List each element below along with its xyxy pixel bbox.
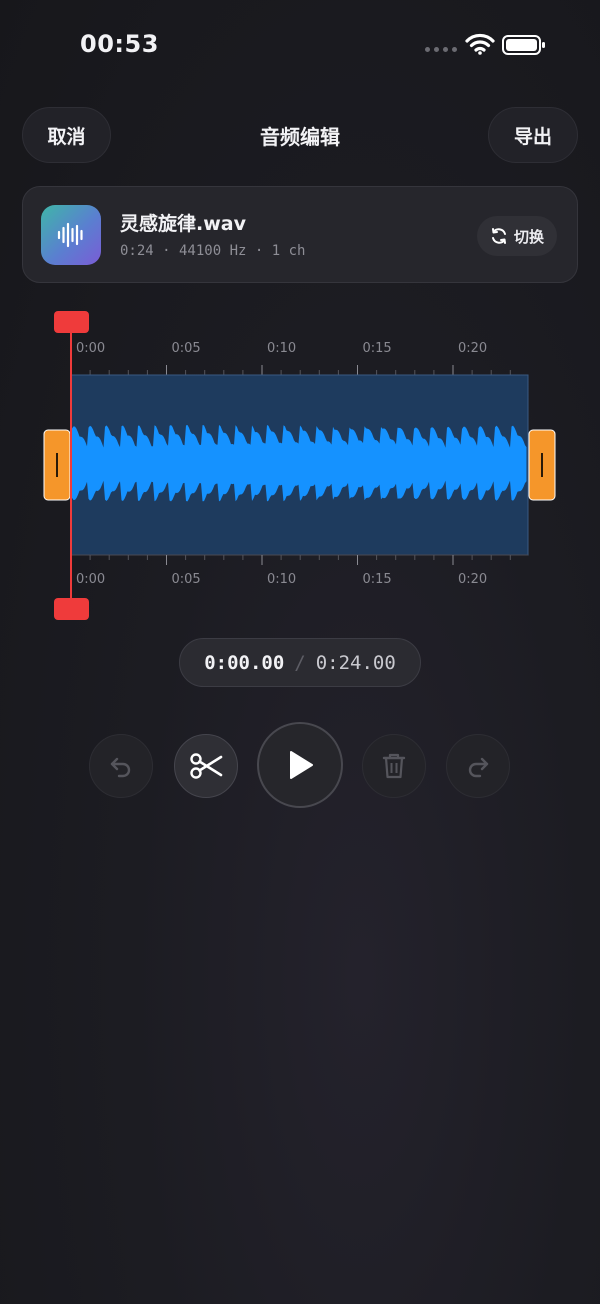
battery-icon bbox=[502, 35, 545, 55]
cut-button[interactable] bbox=[174, 734, 238, 798]
delete-button[interactable] bbox=[362, 734, 426, 798]
file-meta: 0:24 · 44100 Hz · 1 ch bbox=[120, 243, 306, 259]
play-button[interactable] bbox=[257, 722, 343, 808]
total-time: 0:24.00 bbox=[315, 651, 396, 674]
export-button[interactable]: 导出 bbox=[488, 107, 578, 163]
time-display: 0:00.00 / 0:24.00 bbox=[179, 638, 421, 687]
audio-wave-icon bbox=[41, 205, 101, 265]
timeline-bottom: 0:00 0:05 0:10 0:15 0:20 bbox=[70, 554, 528, 587]
status-bar: 00:53 bbox=[0, 0, 600, 90]
tick-label: 0:05 bbox=[172, 572, 201, 587]
left-trim-handle[interactable] bbox=[43, 429, 71, 501]
tick-label: 0:10 bbox=[267, 572, 296, 587]
tick-label: 0:20 bbox=[458, 572, 487, 587]
cellular-signal-icon bbox=[425, 47, 457, 52]
trash-icon bbox=[382, 753, 406, 779]
tick-label: 0:10 bbox=[267, 341, 296, 356]
wifi-icon bbox=[465, 33, 495, 55]
timeline-top: 0:00 0:05 0:10 0:15 0:20 bbox=[70, 341, 528, 376]
tick-label: 0:00 bbox=[76, 341, 105, 356]
tick-label: 0:05 bbox=[172, 341, 201, 356]
tick-label: 0:15 bbox=[363, 572, 392, 587]
time-separator: / bbox=[294, 651, 306, 674]
redo-button[interactable] bbox=[446, 734, 510, 798]
scissors-icon bbox=[190, 753, 223, 779]
play-icon bbox=[290, 751, 313, 779]
tick-label: 0:00 bbox=[76, 572, 105, 587]
file-name: 灵感旋律.wav bbox=[120, 213, 246, 235]
switch-file-button[interactable]: 切换 bbox=[477, 216, 557, 256]
switch-label: 切换 bbox=[513, 227, 544, 246]
undo-button[interactable] bbox=[89, 734, 153, 798]
undo-icon bbox=[110, 757, 131, 778]
tick-label: 0:20 bbox=[458, 341, 487, 356]
redo-icon bbox=[468, 757, 489, 778]
refresh-icon bbox=[491, 228, 506, 244]
right-trim-handle[interactable] bbox=[528, 429, 556, 501]
tick-label: 0:15 bbox=[363, 341, 392, 356]
file-card: 灵感旋律.wav 0:24 · 44100 Hz · 1 ch 切换 bbox=[22, 186, 578, 283]
current-time: 0:00.00 bbox=[204, 651, 285, 674]
waveform-editor[interactable]: 0:00 0:05 0:10 0:15 0:20 0:00 0:05 0:10 0:15 0:2… bbox=[0, 300, 600, 630]
status-time: 00:53 bbox=[80, 30, 159, 58]
